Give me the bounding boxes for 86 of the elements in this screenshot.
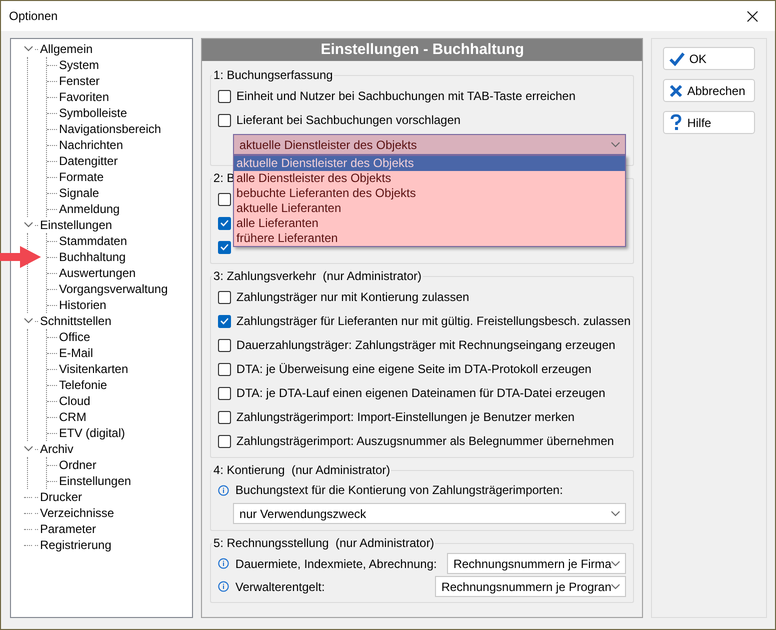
checkbox[interactable] [218,434,232,448]
info-icon [218,484,230,496]
close-icon [669,84,684,98]
checkbox-label: Zahlungsträgerimport: Import-Einstellungen je Benutzer merken [236,409,575,426]
tree-item[interactable]: Auswertungen [59,264,136,282]
field-label: Buchungstext für die Kontierung von Zahlungsträgerimporten: [235,482,563,499]
tree-item[interactable]: Archiv [40,440,74,458]
info-icon [218,558,230,569]
checkmark-icon [669,52,686,66]
group-title: 3: Zahlungsverkehr (nur Administrator) [212,268,422,285]
dropdown-option[interactable]: alle Lieferanten [234,216,626,231]
checkbox[interactable] [218,290,232,304]
field-label: Verwalterentgelt: [235,578,326,596]
checkbox-label: Zahlungsträger nur mit Kontierung zulassen [236,289,470,306]
tree-item[interactable]: E-Mail [59,344,94,362]
checkbox[interactable] [218,386,232,400]
tree-item[interactable]: Stammdaten [59,232,128,250]
tree-item[interactable]: Schnittstellen [40,312,112,330]
checkbox[interactable] [218,410,232,424]
chevron-down-icon [611,584,620,590]
tree-item[interactable]: Datengitter [59,152,118,170]
checkbox-label: Dauerzahlungsträger: Zahlungsträger mit Rechnungseingang erzeugen [236,337,616,354]
tree-item[interactable]: Buchhaltung [59,248,126,266]
tree-item[interactable]: Parameter [40,520,96,538]
checkbox[interactable] [218,240,232,254]
dropdown[interactable]: Rechnungsnummern je Firma [447,553,626,574]
tree-item[interactable]: Anmeldung [59,200,120,218]
tree-item[interactable]: Verzeichnisse [40,504,114,522]
dropdown-option[interactable]: frühere Lieferanten [234,231,626,246]
tree-item[interactable]: Formate [59,168,104,186]
chevron-down-icon [611,142,620,148]
dialog-button[interactable]: Abbrechen [663,79,756,102]
tree-item[interactable]: Historien [59,296,106,314]
checkbox[interactable] [218,114,232,126]
tree-item[interactable]: Einstellungen [40,216,112,234]
dialog-button[interactable]: OK [663,47,756,70]
checkbox[interactable] [218,216,232,230]
tree-item[interactable]: System [59,56,100,74]
chevron-down-icon [611,510,620,516]
tree-item[interactable]: Telefonie [59,376,108,394]
tree-item[interactable]: Nachrichten [59,136,124,154]
tree-item[interactable]: Visitenkarten [59,360,128,378]
tree-item[interactable]: Signale [59,184,100,202]
tree-item[interactable]: Vorgangsverwaltung [59,280,168,298]
dropdown-option[interactable]: alle Dienstleister des Objekts [234,171,626,186]
checkbox[interactable] [218,338,232,352]
dropdown-option[interactable]: bebuchte Lieferanten des Objekts [234,186,626,201]
tree-item[interactable]: Allgemein [40,40,93,58]
close-icon [746,10,758,22]
question-mark-icon [669,114,684,131]
group-title: 1: Buchungserfassung [212,67,334,84]
tree-item[interactable]: Ordner [59,456,96,474]
tree-item[interactable]: Symbolleiste [59,104,128,122]
tree-item[interactable]: Registrierung [40,536,112,554]
dropdown-option[interactable]: aktuelle Dienstleister des Objekts [234,156,626,171]
tree-item[interactable]: Drucker [40,488,82,506]
panel-header: Einstellungen - Buchhaltung [202,39,642,61]
info-icon [218,581,230,592]
checkbox[interactable] [218,90,232,102]
checkbox-label: DTA: je Überweisung eine eigene Seite im DTA-Protokoll erzeugen [236,361,592,378]
window-title: Optionen [9,8,58,25]
tree-item[interactable]: ETV (digital) [59,424,126,442]
tree-item[interactable]: Cloud [59,392,90,410]
checkbox-label: Einheit und Nutzer bei Sachbuchungen mit TAB-Taste erreichen [236,88,576,105]
dropdown-option[interactable]: aktuelle Lieferanten [234,201,626,216]
group-title: 4: Kontierung (nur Administrator) [212,462,392,479]
checkbox-label: Zahlungsträger für Lieferanten nur mit gültig. Freistellungsbesch. zulassen [236,313,631,330]
checkbox-label: Zahlungsträgerimport: Auszugsnummer als Belegnummer übernehmen [236,433,614,450]
tree-item[interactable]: Favoriten [59,88,110,106]
dialog-button[interactable]: Hilfe [663,111,756,134]
checkbox-label: DTA: je DTA-Lauf einen eigenen Dateinamen für DTA-Datei erzeugen [236,385,606,402]
field-label: Dauermiete, Indexmiete, Abrechnung: [235,556,438,572]
checkbox[interactable] [218,314,232,328]
tree-item[interactable]: Einstellungen [59,472,132,490]
checkbox[interactable] [218,192,232,206]
dropdown[interactable]: Rechnungsnummern je Progran [435,576,626,597]
tree-item[interactable]: Fenster [59,72,100,90]
tree-item[interactable]: Office [59,328,90,346]
dropdown[interactable]: nur Verwendungszweck [233,503,626,524]
chevron-down-icon [611,560,620,566]
checkbox-label: Lieferant bei Sachbuchungen vorschlagen [236,112,461,129]
group-title: 5: Rechnungsstellung (nur Administrator) [212,535,436,552]
dropdown[interactable]: aktuelle Dienstleister des Objekts [233,134,626,155]
tree-item[interactable]: Navigationsbereich [59,120,162,138]
checkbox[interactable] [218,362,232,376]
tree-item[interactable]: CRM [59,408,86,426]
